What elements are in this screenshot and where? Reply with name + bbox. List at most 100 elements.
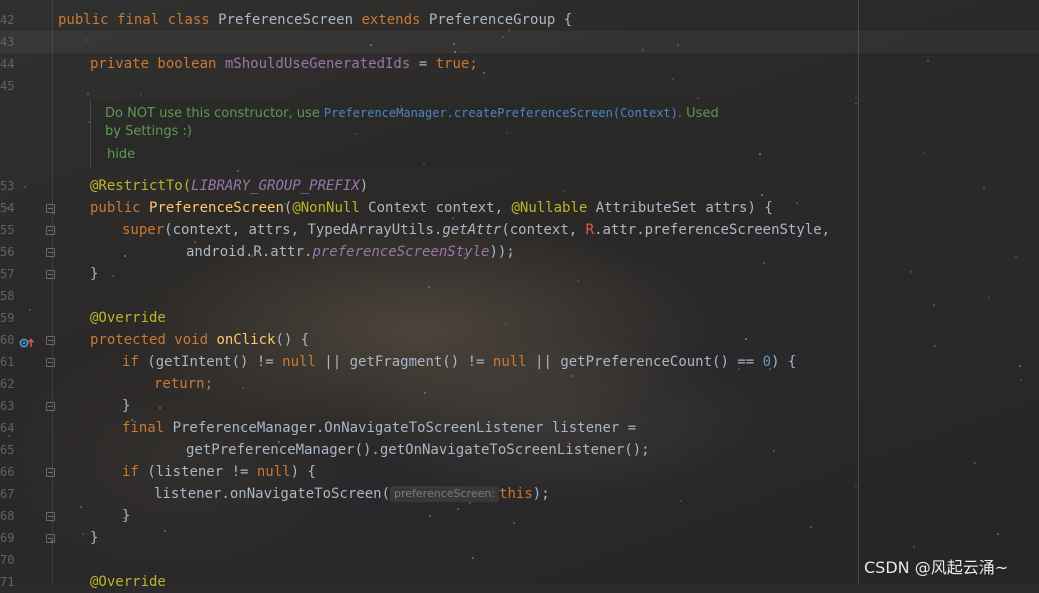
code-text: =	[410, 56, 436, 72]
star	[933, 304, 935, 306]
fold-marker-icon[interactable]	[46, 402, 55, 411]
code-text: }	[90, 530, 99, 546]
star	[563, 190, 565, 192]
star	[983, 187, 985, 189]
code-line-64[interactable]: final PreferenceManager.OnNavigateToScre…	[122, 417, 636, 439]
code-line-42[interactable]: public final class PreferenceScreen exte…	[58, 9, 572, 31]
rendered-javadoc[interactable]: Do NOT use this constructor, use Prefere…	[90, 100, 737, 168]
fold-marker-icon[interactable]	[46, 248, 55, 257]
line-number: 60	[0, 333, 15, 347]
javadoc-text: Do NOT use this constructor, use Prefere…	[105, 106, 719, 139]
code-text: (context, attrs, TypedArrayUtils.	[164, 222, 443, 238]
star	[87, 93, 89, 95]
line-number: 69	[0, 531, 15, 545]
star	[80, 506, 82, 508]
code-line-65[interactable]: getPreferenceManager().getOnNavigateToSc…	[186, 439, 650, 461]
star	[577, 280, 579, 282]
code-line-69[interactable]: }	[90, 527, 98, 549]
star	[773, 450, 775, 452]
code-line-67[interactable]: listener.onNavigateToScreen(preferenceSc…	[154, 483, 550, 505]
code-text: (getIntent() !=	[147, 354, 283, 370]
code-text: );	[532, 486, 550, 502]
star	[855, 485, 857, 487]
override-implements-icon[interactable]	[19, 334, 35, 348]
keyword: public	[90, 200, 150, 216]
star	[505, 323, 507, 325]
line-number: 66	[0, 465, 15, 479]
line-number: 70	[0, 553, 15, 567]
code-text: || getPreferenceCount() ==	[526, 354, 763, 370]
line-number: 54	[0, 201, 15, 215]
code-line-63[interactable]: }	[122, 395, 130, 417]
current-line-highlight	[0, 31, 1039, 53]
code-text: PreferenceGroup {	[428, 12, 573, 28]
code-line-61[interactable]: if (getIntent() != null || getFragment()…	[122, 351, 796, 373]
right-margin-guide	[858, 0, 859, 584]
star	[913, 546, 915, 548]
keyword: final	[122, 420, 173, 436]
keyword: protected void	[90, 332, 217, 348]
star	[934, 345, 936, 347]
star	[759, 153, 761, 155]
code-text: listener.onNavigateToScreen(	[154, 486, 391, 502]
constant: LIBRARY_GROUP_PREFIX	[191, 178, 360, 194]
star	[997, 533, 999, 535]
fold-marker-icon[interactable]	[46, 468, 55, 477]
star	[927, 60, 929, 62]
line-number: 43	[0, 35, 15, 49]
code-text: PreferenceManager.OnNavigateToScreenList…	[172, 420, 637, 436]
star	[680, 500, 682, 502]
code-line-60[interactable]: protected void onClick() {	[90, 329, 309, 351]
code-line-54[interactable]: public PreferenceScreen(@NonNull Context…	[90, 197, 773, 219]
code-line-59[interactable]: @Override	[90, 307, 166, 329]
fold-marker-icon[interactable]	[46, 204, 55, 213]
keyword: public final class	[58, 12, 219, 28]
code-text: (context,	[501, 222, 586, 238]
code-text: )	[359, 178, 369, 194]
star	[82, 533, 84, 535]
code-line-68[interactable]: }	[122, 505, 130, 527]
fold-marker-icon[interactable]	[46, 358, 55, 367]
line-number: 71	[0, 575, 15, 589]
fold-marker-icon[interactable]	[46, 534, 55, 543]
star	[855, 97, 857, 99]
line-number: 45	[0, 79, 15, 93]
javadoc-link[interactable]: PreferenceManager.createPreferenceScreen…	[324, 106, 678, 120]
fold-marker-icon[interactable]	[46, 226, 55, 235]
method-name: onClick	[216, 332, 276, 348]
line-number: 65	[0, 443, 15, 457]
fold-marker-icon[interactable]	[46, 336, 55, 345]
star	[810, 526, 812, 528]
class-name: PreferenceScreen	[218, 12, 362, 28]
keyword: null	[492, 354, 527, 370]
code-line-71[interactable]: @Override	[90, 571, 166, 593]
fold-marker-icon[interactable]	[46, 512, 55, 521]
code-line-57[interactable]: }	[90, 263, 98, 285]
line-number: 55	[0, 223, 15, 237]
number: 0	[762, 354, 772, 370]
code-line-62[interactable]: return;	[154, 373, 213, 395]
annotation: @Override	[90, 574, 166, 590]
code-text: AttributeSet attrs) {	[587, 200, 773, 216]
code-line-53[interactable]: @RestrictTo(LIBRARY_GROUP_PREFIX)	[90, 175, 368, 197]
star	[140, 94, 142, 96]
line-number: 68	[0, 509, 15, 523]
fold-marker-icon[interactable]	[46, 270, 55, 279]
code-text: ) {	[290, 464, 316, 480]
star	[483, 72, 485, 74]
line-number: 67	[0, 487, 15, 501]
code-line-55[interactable]: super(context, attrs, TypedArrayUtils.ge…	[122, 219, 830, 241]
star	[923, 152, 925, 154]
star	[424, 392, 426, 394]
star	[472, 557, 474, 559]
code-line-66[interactable]: if (listener != null) {	[122, 461, 316, 483]
code-line-44[interactable]: private boolean mShouldUseGeneratedIds =…	[90, 53, 478, 75]
code-text: (listener !=	[147, 464, 257, 480]
code-text: }	[122, 398, 131, 414]
annotation: @Override	[90, 310, 166, 326]
code-text: }	[90, 266, 99, 282]
annotation: @NonNull	[292, 200, 360, 216]
star	[513, 522, 515, 524]
keyword: if	[122, 354, 148, 370]
code-line-56[interactable]: android.R.attr.preferenceScreenStyle));	[186, 241, 515, 263]
